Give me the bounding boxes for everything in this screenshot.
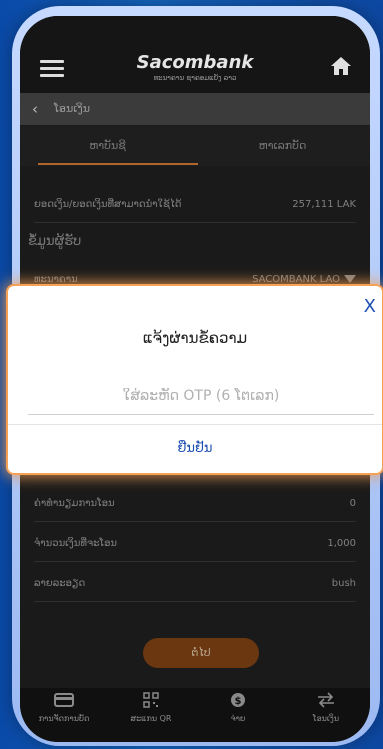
bank-label: ທະນາຄານ (34, 274, 78, 285)
tab-to-account[interactable]: ຫາບັນຊີ (20, 139, 195, 152)
caret-down-icon (344, 275, 356, 283)
next-button[interactable]: ຕໍ່ໄປ (143, 638, 259, 668)
divider (34, 601, 356, 602)
balance-value: 257,111 LAK (292, 199, 356, 210)
dialog-title: ແຈ້ງຜ່ານຂໍ້ຄວາມ (142, 329, 248, 347)
balance-row: ຍອດເງິນ/ຍອດເງິນທີ່ສາມາດນຳໃຊ້ໄດ້ 257,111 … (20, 190, 370, 218)
app-header: Sacombank ທະນາຄານ ຊາຄອມແບັງ ລາວ (20, 16, 370, 93)
bottom-nav-qr[interactable]: ສະແກນ QR (107, 692, 195, 723)
chevron-left-icon[interactable]: ‹ (32, 100, 38, 118)
close-icon[interactable]: X (364, 296, 376, 317)
bottom-nav-label: ໂອນເງິນ (312, 714, 340, 723)
brand-subtitle: ທະນາຄານ ຊາຄອມແບັງ ລາວ (153, 74, 237, 82)
amount-row[interactable]: ຈຳນວນເງິນທີ່ຈະໂອນ 1,000 (20, 529, 370, 557)
svg-text:$: $ (235, 696, 242, 707)
bottom-nav-label: ການຈັດການບັດ (38, 714, 90, 723)
home-icon[interactable] (330, 56, 352, 76)
description-label: ລາຍລະອຽດ (34, 578, 86, 589)
divider (34, 222, 356, 223)
active-tab-indicator (38, 163, 198, 165)
page-title: ໂອນເງິນ (54, 102, 90, 115)
otp-dialog: X ແຈ້ງຜ່ານຂໍ້ຄວາມ ຢືນຢັນ (8, 286, 382, 473)
bank-select[interactable]: SACOMBANK LAO (252, 274, 356, 285)
tab-to-card[interactable]: ຫາເລກບັດ (195, 139, 370, 152)
bottom-nav-transfer[interactable]: ໂອນເງິນ (282, 692, 370, 723)
amount-label: ຈຳນວນເງິນທີ່ຈະໂອນ (34, 538, 117, 549)
divider (34, 521, 356, 522)
card-icon (54, 693, 74, 707)
bottom-nav-pay[interactable]: $ ຈ່າຍ (194, 692, 282, 723)
fee-value: 0 (349, 498, 356, 509)
bottom-nav-label: ສະແກນ QR (130, 714, 172, 723)
transfer-tabs: ຫາບັນຊີ ຫາເລກບັດ (20, 126, 370, 166)
confirm-button[interactable]: ຢືນຢັນ (8, 428, 382, 468)
qr-icon (143, 692, 159, 708)
bottom-nav-label: ຈ່າຍ (230, 714, 246, 723)
fee-row: ຄ່າທຳນຽມການໂອນ 0 (20, 489, 370, 517)
bank-value: SACOMBANK LAO (252, 274, 340, 285)
bottom-nav-cards[interactable]: ການຈັດການບັດ (20, 692, 108, 723)
amount-value[interactable]: 1,000 (327, 538, 356, 549)
divider (34, 561, 356, 562)
otp-input[interactable] (28, 378, 374, 415)
dialog-divider (8, 424, 382, 425)
fee-label: ຄ່າທຳນຽມການໂອນ (34, 498, 115, 509)
transfer-icon (318, 692, 334, 708)
bottom-nav: ການຈັດການບັດ ສະແກນ QR $ ຈ່າຍ ໂອນເງິນ (20, 688, 370, 742)
pay-icon: $ (231, 693, 245, 707)
balance-label: ຍອດເງິນ/ຍອດເງິນທີ່ສາມາດນຳໃຊ້ໄດ້ (34, 199, 182, 210)
back-bar: ‹ ໂອນເງິນ (20, 93, 370, 125)
description-value[interactable]: bush (332, 578, 356, 589)
brand-logo: Sacombank (136, 52, 254, 73)
section-title: ຂໍ້ມູນຜູ້ຮັບ (28, 234, 82, 249)
description-row[interactable]: ລາຍລະອຽດ bush (20, 569, 370, 597)
